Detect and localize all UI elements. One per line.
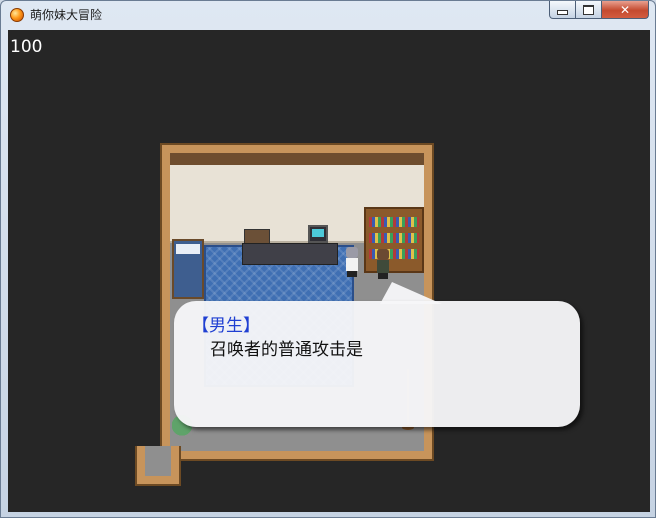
character-legs [347, 271, 357, 277]
room-doorway [135, 446, 181, 486]
shelf-books [369, 217, 419, 227]
character-body [377, 260, 389, 273]
npc-character [375, 249, 391, 279]
character-head [346, 247, 358, 258]
computer-monitor [308, 225, 328, 243]
minimize-icon [557, 10, 568, 15]
character-head [377, 249, 389, 260]
bookshelf [364, 207, 424, 273]
shelf-books [369, 233, 419, 243]
wall-trim [170, 153, 424, 165]
window-title: 萌你妹大冒险 [30, 8, 103, 22]
bed-pillow [176, 244, 200, 254]
character-legs [378, 273, 388, 279]
maximize-button[interactable] [576, 1, 602, 19]
title-bar[interactable]: 萌你妹大冒险 ✕ [1, 1, 655, 29]
window-controls: ✕ [549, 1, 649, 20]
close-button[interactable]: ✕ [602, 1, 649, 19]
game-window: 萌你妹大冒险 ✕ 100 【男生】 召唤者的普通攻击是 [0, 0, 656, 518]
bed [172, 239, 204, 299]
dialog-box[interactable]: 【男生】 召唤者的普通攻击是 [174, 301, 580, 427]
game-screen[interactable]: 100 【男生】 召唤者的普通攻击是 [8, 30, 650, 512]
hud-counter: 100 [10, 37, 43, 57]
minimize-button[interactable] [549, 1, 576, 19]
monitor-screen [312, 229, 324, 237]
doorway-floor [145, 446, 171, 476]
speaker-name: 【男生】 [192, 316, 260, 336]
app-icon [10, 8, 24, 22]
dialog-text: 召唤者的普通攻击是 [210, 340, 363, 360]
character-body [346, 258, 358, 271]
desk [242, 243, 338, 265]
close-icon: ✕ [619, 2, 631, 17]
player-character [344, 247, 360, 277]
maximize-icon [583, 4, 594, 15]
